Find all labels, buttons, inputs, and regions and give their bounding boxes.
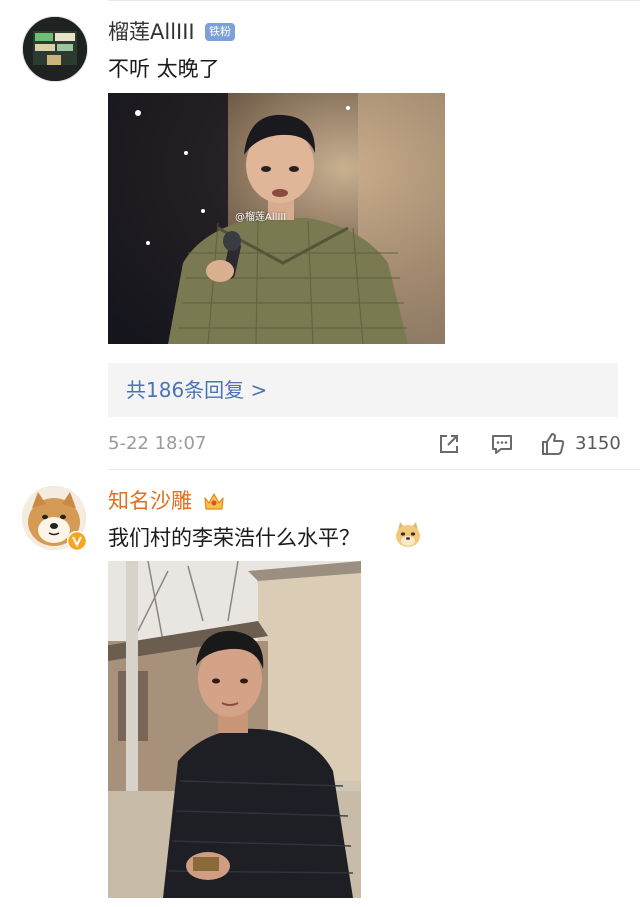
comment-text-2: 我们村的李荣浩什么水平？ xyxy=(108,526,360,550)
comment-time: 5-22 18:07 xyxy=(108,433,207,454)
comment-icon[interactable] xyxy=(489,431,515,457)
username-comment1[interactable]: 榴莲AllIII xyxy=(108,20,195,44)
fan-badge: 铁粉 xyxy=(205,23,235,41)
like-count: 3150 xyxy=(575,433,621,454)
avatar-comment1[interactable] xyxy=(22,16,88,82)
comment-divider xyxy=(108,469,640,470)
crown-icon xyxy=(204,493,224,510)
comment-image-1[interactable]: @榴莲AllIII xyxy=(108,93,445,344)
top-divider xyxy=(108,0,640,1)
replies-link[interactable]: 共186条回复 > xyxy=(108,363,618,417)
comment-text-1: 不听 太晚了 xyxy=(108,57,220,81)
replies-label: 共186条回复 > xyxy=(126,378,268,402)
doge-emoji xyxy=(396,522,420,547)
verified-badge-icon xyxy=(67,531,87,551)
username-comment2[interactable]: 知名沙雕 xyxy=(108,489,192,513)
share-icon[interactable] xyxy=(436,431,462,457)
like-icon[interactable] xyxy=(540,431,566,457)
comment-image-2[interactable] xyxy=(108,561,361,898)
image-watermark: @榴莲AllIII xyxy=(235,212,287,223)
